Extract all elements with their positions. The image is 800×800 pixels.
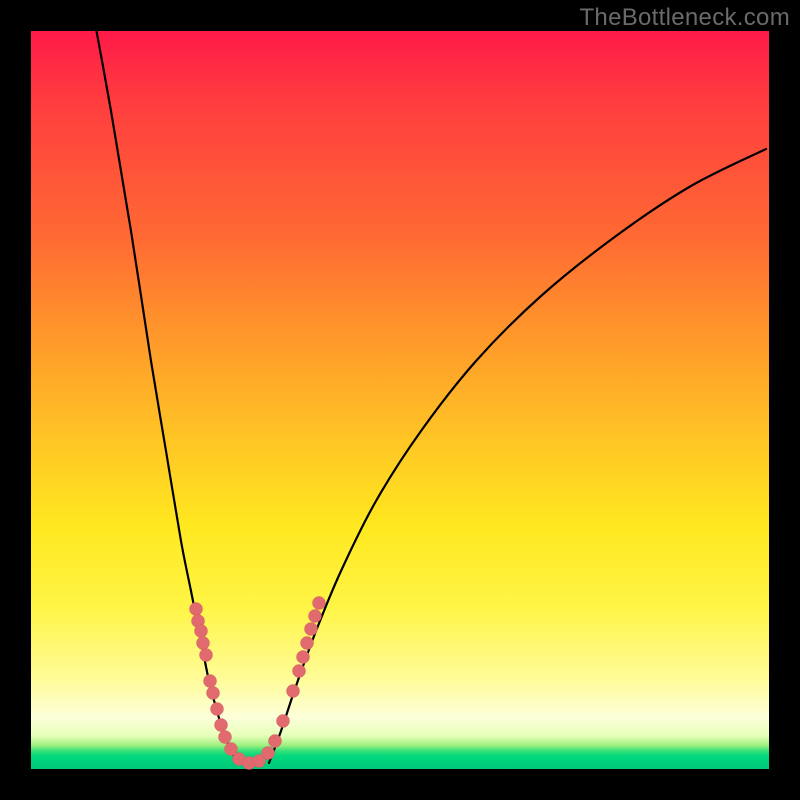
bead-marker [190, 603, 203, 616]
bead-marker [313, 597, 326, 610]
curve-right-branch [269, 149, 766, 763]
watermark-text: TheBottleneck.com [579, 4, 790, 32]
bead-marker [277, 715, 290, 728]
bead-marker [293, 665, 306, 678]
bead-marker [297, 651, 310, 664]
bead-marker [204, 675, 217, 688]
bead-marker [262, 747, 275, 760]
curves-svg [31, 31, 769, 769]
bead-marker [211, 703, 224, 716]
bead-marker [309, 610, 322, 623]
bead-marker [207, 687, 220, 700]
chart-frame: TheBottleneck.com [0, 0, 800, 800]
bead-marker [305, 623, 318, 636]
bead-marker [195, 625, 208, 638]
bead-marker [197, 637, 210, 650]
bead-markers [190, 597, 326, 770]
bead-marker [301, 637, 314, 650]
bead-marker [215, 719, 228, 732]
curve-left-branch [91, 1, 239, 763]
bead-marker [200, 649, 213, 662]
bead-marker [219, 731, 232, 744]
bead-marker [269, 735, 282, 748]
bead-marker [287, 685, 300, 698]
plot-area [31, 31, 769, 769]
